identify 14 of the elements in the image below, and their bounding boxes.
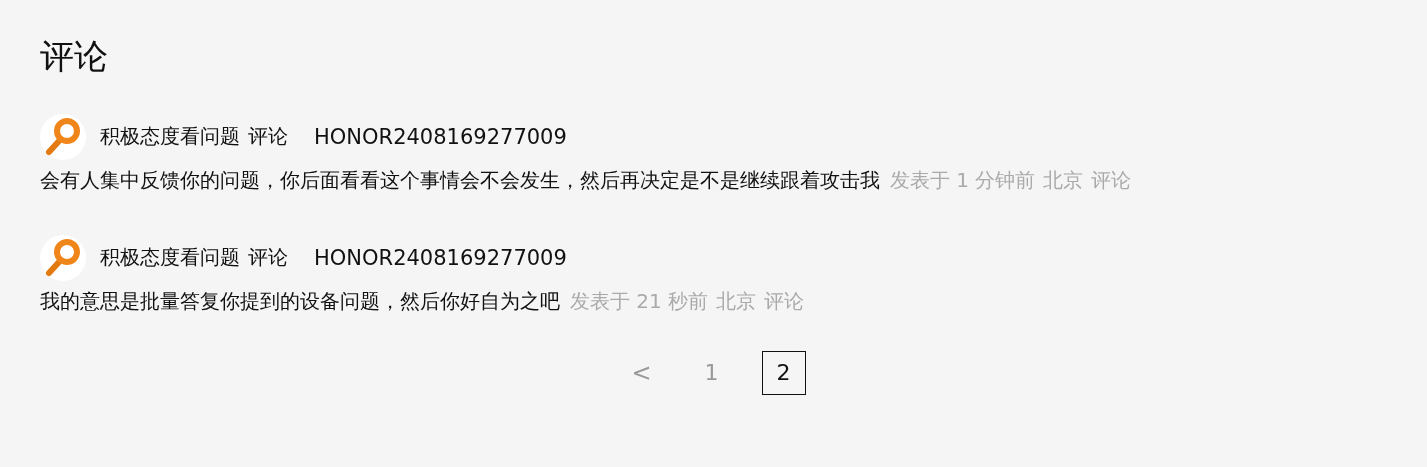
user-name[interactable]: 积极态度看问题 [100, 244, 240, 272]
comment-text: 会有人集中反馈你的问题，你后面看看这个事情会不会发生，然后再决定是不是继续跟着攻击我 [40, 166, 880, 194]
user-name[interactable]: 积极态度看问题 [100, 123, 240, 151]
target-user[interactable]: HONOR2408169277009 [314, 124, 567, 149]
comment-text: 我的意思是批量答复你提到的设备问题，然后你好自为之吧 [40, 287, 560, 315]
location: 北京 [1043, 166, 1084, 194]
location: 北京 [716, 287, 757, 315]
section-title: 评论 [40, 36, 109, 77]
post-time: 发表于 1 分钟前 [890, 166, 1036, 194]
action-label: 评论 [248, 123, 288, 151]
post-time: 发表于 21 秒前 [570, 287, 709, 315]
action-label: 评论 [248, 244, 288, 272]
page-button[interactable]: 2 [761, 350, 806, 395]
target-user[interactable]: HONOR2408169277009 [314, 245, 567, 270]
